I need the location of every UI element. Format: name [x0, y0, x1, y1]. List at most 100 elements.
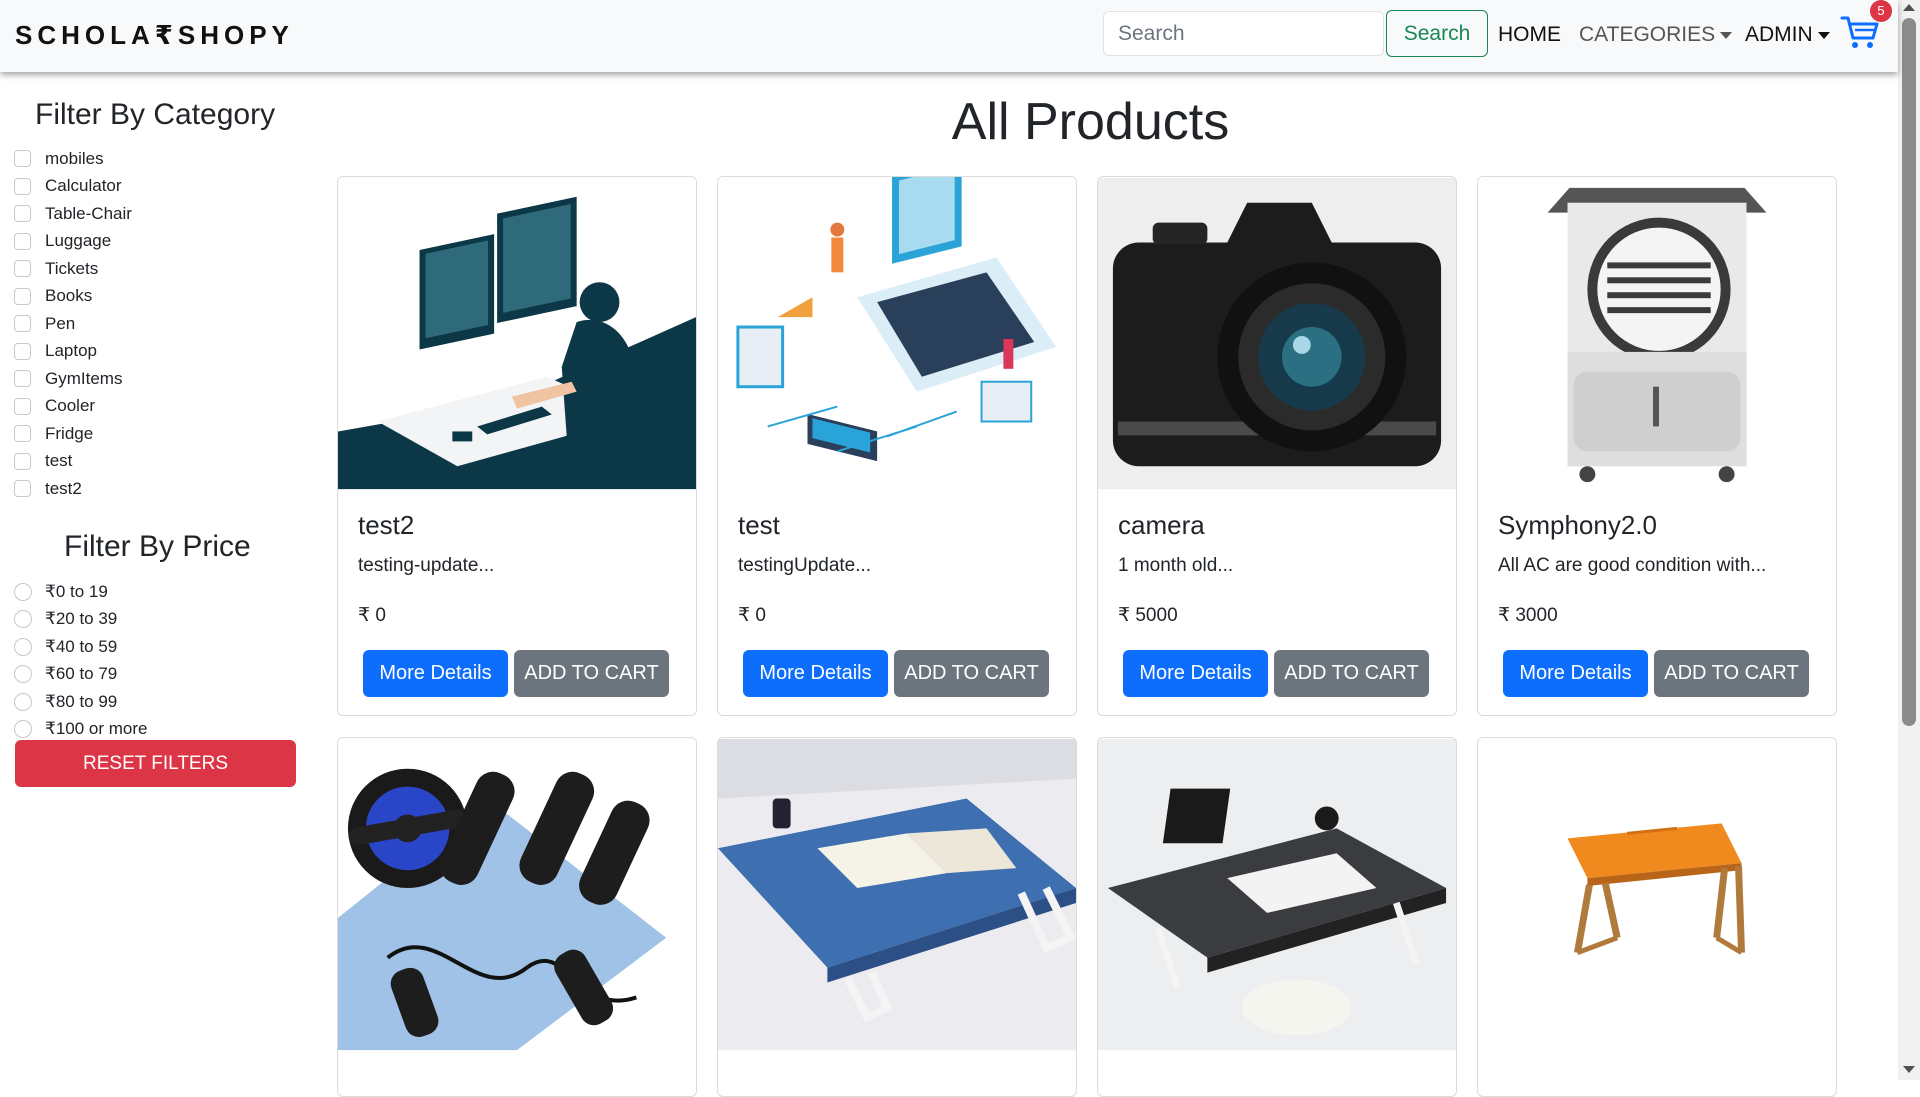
category-label: Laptop — [45, 341, 97, 361]
nav-admin-dropdown[interactable]: ADMIN — [1745, 23, 1830, 47]
category-option[interactable]: Luggage — [14, 228, 132, 256]
scrollbar-thumb[interactable] — [1902, 18, 1916, 726]
scroll-down-arrow-icon[interactable] — [1903, 1066, 1915, 1073]
price-label: ₹0 to 19 — [45, 581, 108, 601]
radio-button[interactable] — [14, 610, 32, 629]
price-filter-list: ₹0 to 19 ₹20 to 39 ₹40 to 59 ₹60 to 79 ₹… — [14, 578, 147, 743]
product-card: camera 1 month old... ₹ 5000 More Detail… — [1097, 176, 1457, 716]
checkbox[interactable] — [14, 480, 31, 498]
price-option[interactable]: ₹0 to 19 — [14, 578, 147, 606]
more-details-button[interactable]: More Details — [743, 650, 888, 697]
price-label: ₹100 or more — [45, 719, 148, 739]
checkbox[interactable] — [14, 370, 31, 388]
product-price: ₹ 5000 — [1118, 605, 1178, 626]
price-option[interactable]: ₹60 to 79 — [14, 661, 147, 689]
category-option[interactable]: Books — [14, 283, 132, 311]
product-description: testingUpdate... — [738, 555, 872, 576]
product-image[interactable] — [1098, 177, 1456, 490]
checkbox[interactable] — [14, 425, 31, 443]
nav-categories-dropdown[interactable]: CATEGORIES — [1579, 23, 1733, 47]
checkbox[interactable] — [14, 287, 31, 305]
product-description: testing-update... — [358, 555, 495, 576]
radio-button[interactable] — [14, 720, 32, 739]
radio-button[interactable] — [14, 637, 32, 656]
category-option[interactable]: Pen — [14, 310, 132, 338]
nav-admin-label: ADMIN — [1745, 23, 1813, 46]
category-label: Books — [45, 286, 93, 306]
category-option[interactable]: GymItems — [14, 365, 132, 393]
checkbox[interactable] — [14, 260, 31, 278]
product-card — [337, 737, 697, 1097]
add-to-cart-button[interactable]: ADD TO CART — [1654, 650, 1809, 697]
category-label: Calculator — [45, 176, 122, 196]
category-label: test — [45, 451, 73, 471]
cart-count-badge: 5 — [1870, 0, 1892, 22]
price-option[interactable]: ₹100 or more — [14, 716, 147, 744]
category-option[interactable]: test2 — [14, 475, 132, 503]
price-label: ₹20 to 39 — [45, 609, 118, 629]
category-option[interactable]: mobiles — [14, 145, 132, 173]
checkbox[interactable] — [14, 315, 31, 333]
add-to-cart-button[interactable]: ADD TO CART — [1274, 650, 1429, 697]
price-label: ₹40 to 59 — [45, 636, 118, 656]
checkbox[interactable] — [14, 397, 31, 415]
checkbox[interactable] — [14, 452, 31, 470]
product-image[interactable] — [1478, 738, 1836, 1051]
chevron-down-icon — [1817, 31, 1830, 39]
product-name: camera — [1118, 510, 1205, 540]
price-label: ₹80 to 99 — [45, 691, 118, 711]
product-image[interactable] — [718, 177, 1076, 490]
category-option[interactable]: Laptop — [14, 338, 132, 366]
scroll-up-arrow-icon[interactable] — [1903, 4, 1915, 11]
price-label: ₹60 to 79 — [45, 664, 118, 684]
price-option[interactable]: ₹40 to 59 — [14, 633, 147, 661]
more-details-button[interactable]: More Details — [1503, 650, 1648, 697]
product-image[interactable] — [718, 738, 1076, 1051]
category-option[interactable]: Fridge — [14, 420, 132, 448]
more-details-button[interactable]: More Details — [1123, 650, 1268, 697]
checkbox[interactable] — [14, 205, 31, 223]
checkbox[interactable] — [14, 232, 31, 250]
radio-button[interactable] — [14, 665, 32, 684]
product-card — [717, 737, 1077, 1097]
product-price: ₹ 3000 — [1498, 605, 1558, 626]
category-option[interactable]: test — [14, 448, 132, 476]
category-option[interactable]: Tickets — [14, 255, 132, 283]
checkbox[interactable] — [14, 342, 31, 360]
add-to-cart-button[interactable]: ADD TO CART — [514, 650, 669, 697]
price-option[interactable]: ₹80 to 99 — [14, 688, 147, 716]
category-filter-title: Filter By Category — [35, 98, 276, 131]
product-card: test2 testing-update... ₹ 0 More Details… — [337, 176, 697, 716]
search-button[interactable]: Search — [1386, 10, 1488, 57]
add-to-cart-button[interactable]: ADD TO CART — [894, 650, 1049, 697]
nav-home-link[interactable]: HOME — [1498, 23, 1561, 47]
checkbox[interactable] — [14, 177, 31, 195]
radio-button[interactable] — [14, 692, 32, 711]
product-card — [1477, 737, 1837, 1097]
product-image[interactable] — [338, 177, 696, 490]
category-option[interactable]: Table-Chair — [14, 200, 132, 228]
category-label: Tickets — [45, 258, 99, 278]
product-name: test2 — [358, 510, 415, 540]
product-card: test testingUpdate... ₹ 0 More Details A… — [717, 176, 1077, 716]
product-image[interactable] — [1098, 738, 1456, 1051]
category-option[interactable]: Cooler — [14, 393, 132, 421]
more-details-button[interactable]: More Details — [363, 650, 508, 697]
category-option[interactable]: Calculator — [14, 173, 132, 201]
brand-logo[interactable]: SCHOLA₹SHOPY — [15, 20, 294, 51]
product-image[interactable] — [338, 738, 696, 1051]
product-description: 1 month old... — [1118, 555, 1234, 576]
reset-filters-button[interactable]: RESET FILTERS — [15, 740, 296, 787]
page-scrollbar[interactable] — [1898, 0, 1920, 1080]
radio-button[interactable] — [14, 582, 32, 601]
search-input[interactable] — [1103, 11, 1384, 56]
checkbox[interactable] — [14, 150, 31, 168]
product-card — [1097, 737, 1457, 1097]
product-image[interactable] — [1478, 177, 1836, 490]
product-price: ₹ 0 — [738, 605, 766, 626]
price-option[interactable]: ₹20 to 39 — [14, 606, 147, 634]
price-filter-title: Filter By Price — [64, 530, 251, 563]
chevron-down-icon — [1720, 31, 1733, 39]
category-label: mobiles — [45, 148, 104, 168]
category-label: test2 — [45, 478, 82, 498]
